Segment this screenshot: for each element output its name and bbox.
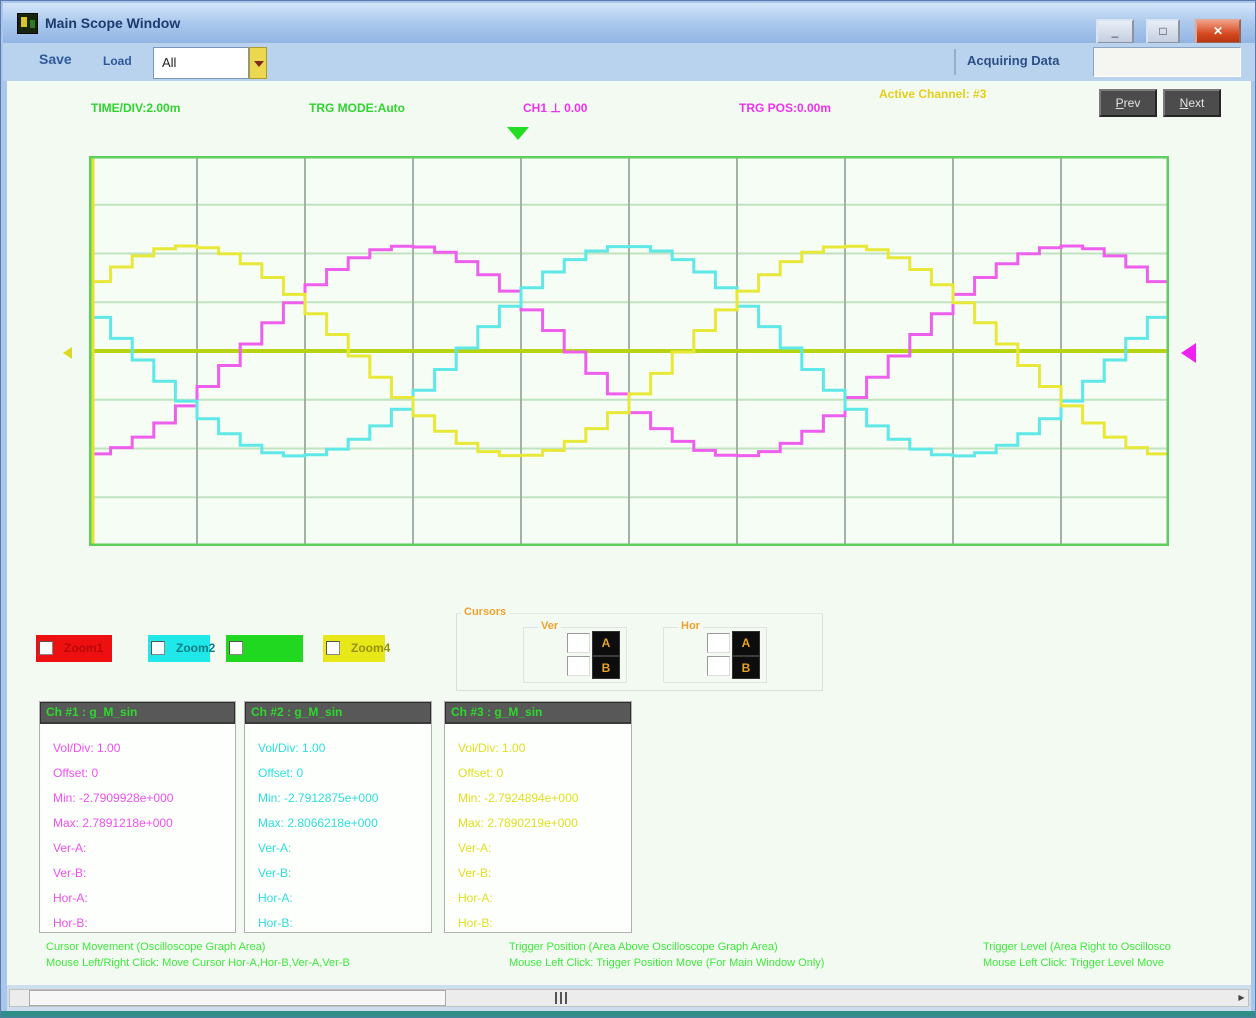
zoom1-label: Zoom1: [64, 641, 103, 655]
help-title: Trigger Level (Area Right to Oscillosco: [983, 939, 1249, 955]
help-desc: Mouse Left Click: Trigger Level Move: [983, 955, 1249, 971]
trigger-position-marker[interactable]: [507, 127, 529, 140]
ch1-ver-a: Ver-A:: [53, 836, 235, 861]
ch1-hor-b: Hor-B:: [53, 911, 235, 936]
prev-button[interactable]: Prev: [1099, 89, 1157, 117]
hor-a-field[interactable]: [707, 633, 730, 653]
maximize-button[interactable]: □: [1146, 19, 1180, 44]
zoom2-label: Zoom2: [176, 641, 215, 655]
ch3-min: Min: -2.7924894e+000: [458, 786, 631, 811]
ch1-offset: Offset: 0: [53, 761, 235, 786]
channel-3-header: Ch #3 : g_M_sin: [445, 702, 631, 724]
ch3-offset: Offset: 0: [458, 761, 631, 786]
save-button[interactable]: Save: [39, 51, 72, 67]
scrollbar-thumb[interactable]: [29, 990, 446, 1006]
active-channel-readout: Active Channel: #3: [879, 87, 986, 101]
hor-b-button[interactable]: B: [733, 657, 759, 680]
help-note-trigger-level: Trigger Level (Area Right to Oscillosco …: [983, 939, 1249, 971]
cursor-left-marker[interactable]: [63, 347, 72, 359]
ch2-offset: Offset: 0: [258, 761, 431, 786]
ch2-max: Max: 2.8066218e+000: [258, 811, 431, 836]
help-note-cursor-movement: Cursor Movement (Oscilloscope Graph Area…: [46, 939, 486, 971]
ver-a-field[interactable]: [567, 633, 590, 653]
window-bottom-edge: [1, 1011, 1256, 1018]
scroll-right-arrow[interactable]: ▶: [1235, 991, 1248, 1005]
zoom3-checkbox-group[interactable]: Zoom3: [226, 635, 303, 662]
window-title: Main Scope Window: [45, 15, 180, 31]
ch2-ver-b: Ver-B:: [258, 861, 431, 886]
main-scope-window: Main Scope Window _ □ ✕ Save Load All Ac…: [0, 0, 1256, 1018]
zoom1-checkbox[interactable]: [39, 641, 53, 655]
ch2-hor-b: Hor-B:: [258, 911, 431, 936]
time-div-readout: TIME/DIV:2.00m: [91, 101, 180, 115]
channel-2-panel: Ch #2 : g_M_sin Vol/Div: 1.00 Offset: 0 …: [244, 701, 432, 933]
next-button[interactable]: Next: [1163, 89, 1221, 117]
ch2-ver-a: Ver-A:: [258, 836, 431, 861]
ver-ab-buttons[interactable]: A B: [592, 631, 620, 679]
toolbar-separator: [954, 49, 956, 75]
cursors-title: Cursors: [461, 606, 509, 618]
cursors-groupbox: [456, 613, 823, 691]
zoom2-checkbox-group[interactable]: Zoom2: [148, 635, 210, 662]
hor-a-button[interactable]: A: [733, 632, 759, 655]
title-bar[interactable]: Main Scope Window _ □ ✕: [3, 3, 1255, 43]
ch3-max: Max: 2.7890219e+000: [458, 811, 631, 836]
hor-label: Hor: [678, 620, 703, 632]
acquiring-data-label: Acquiring Data: [967, 53, 1059, 68]
ch2-voldiv: Vol/Div: 1.00: [258, 736, 431, 761]
acquisition-status-field: [1093, 47, 1241, 77]
zoom2-checkbox[interactable]: [151, 641, 165, 655]
help-note-trigger-position: Trigger Position (Area Above Oscilloscop…: [509, 939, 964, 971]
channel-1-header: Ch #1 : g_M_sin: [40, 702, 235, 724]
zoom4-label: Zoom4: [351, 641, 390, 655]
channel-select-combobox[interactable]: All: [153, 47, 249, 79]
ch3-hor-a: Hor-A:: [458, 886, 631, 911]
zoom4-checkbox[interactable]: [326, 641, 340, 655]
ch1-ver-b: Ver-B:: [53, 861, 235, 886]
zoom3-checkbox[interactable]: [229, 641, 243, 655]
app-icon: [17, 13, 38, 34]
ch1-voldiv: Vol/Div: 1.00: [53, 736, 235, 761]
zoom4-checkbox-group[interactable]: Zoom4: [323, 635, 385, 662]
zoom1-checkbox-group[interactable]: Zoom1: [36, 635, 112, 662]
ch1-min: Min: -2.7909928e+000: [53, 786, 235, 811]
scope-plot[interactable]: [89, 156, 1169, 546]
close-button[interactable]: ✕: [1195, 19, 1241, 44]
combobox-dropdown-button[interactable]: [249, 47, 267, 79]
help-desc: Mouse Left/Right Click: Move Cursor Hor-…: [46, 955, 486, 971]
ver-b-field[interactable]: [567, 656, 590, 676]
minimize-button[interactable]: _: [1096, 19, 1134, 44]
scrollbar-grip[interactable]: [555, 992, 569, 1004]
hor-ab-buttons[interactable]: A B: [732, 631, 760, 679]
help-title: Trigger Position (Area Above Oscilloscop…: [509, 939, 964, 955]
ch3-ver-a: Ver-A:: [458, 836, 631, 861]
hor-b-field[interactable]: [707, 656, 730, 676]
trg-mode-readout: TRG MODE:Auto: [309, 101, 405, 115]
load-button[interactable]: Load: [103, 54, 132, 68]
channel-3-panel: Ch #3 : g_M_sin Vol/Div: 1.00 Offset: 0 …: [444, 701, 632, 933]
zoom3-label: Zoom3: [254, 641, 293, 655]
ch1-hor-a: Hor-A:: [53, 886, 235, 911]
trigger-level-marker[interactable]: [1181, 343, 1196, 363]
ch2-hor-a: Hor-A:: [258, 886, 431, 911]
channel-2-header: Ch #2 : g_M_sin: [245, 702, 431, 724]
trigger-level-readout: CH1 ⊥ 0.00: [523, 101, 587, 115]
ch2-min: Min: -2.7912875e+000: [258, 786, 431, 811]
ver-a-button[interactable]: A: [593, 632, 619, 655]
help-title: Cursor Movement (Oscilloscope Graph Area…: [46, 939, 486, 955]
ver-b-button[interactable]: B: [593, 657, 619, 680]
trg-pos-readout: TRG POS:0.00m: [739, 101, 831, 115]
ch3-voldiv: Vol/Div: 1.00: [458, 736, 631, 761]
ch3-ver-b: Ver-B:: [458, 861, 631, 886]
ch1-max: Max: 2.7891218e+000: [53, 811, 235, 836]
ver-label: Ver: [538, 620, 561, 632]
ch3-hor-b: Hor-B:: [458, 911, 631, 936]
help-desc: Mouse Left Click: Trigger Position Move …: [509, 955, 964, 971]
channel-1-panel: Ch #1 : g_M_sin Vol/Div: 1.00 Offset: 0 …: [39, 701, 236, 933]
